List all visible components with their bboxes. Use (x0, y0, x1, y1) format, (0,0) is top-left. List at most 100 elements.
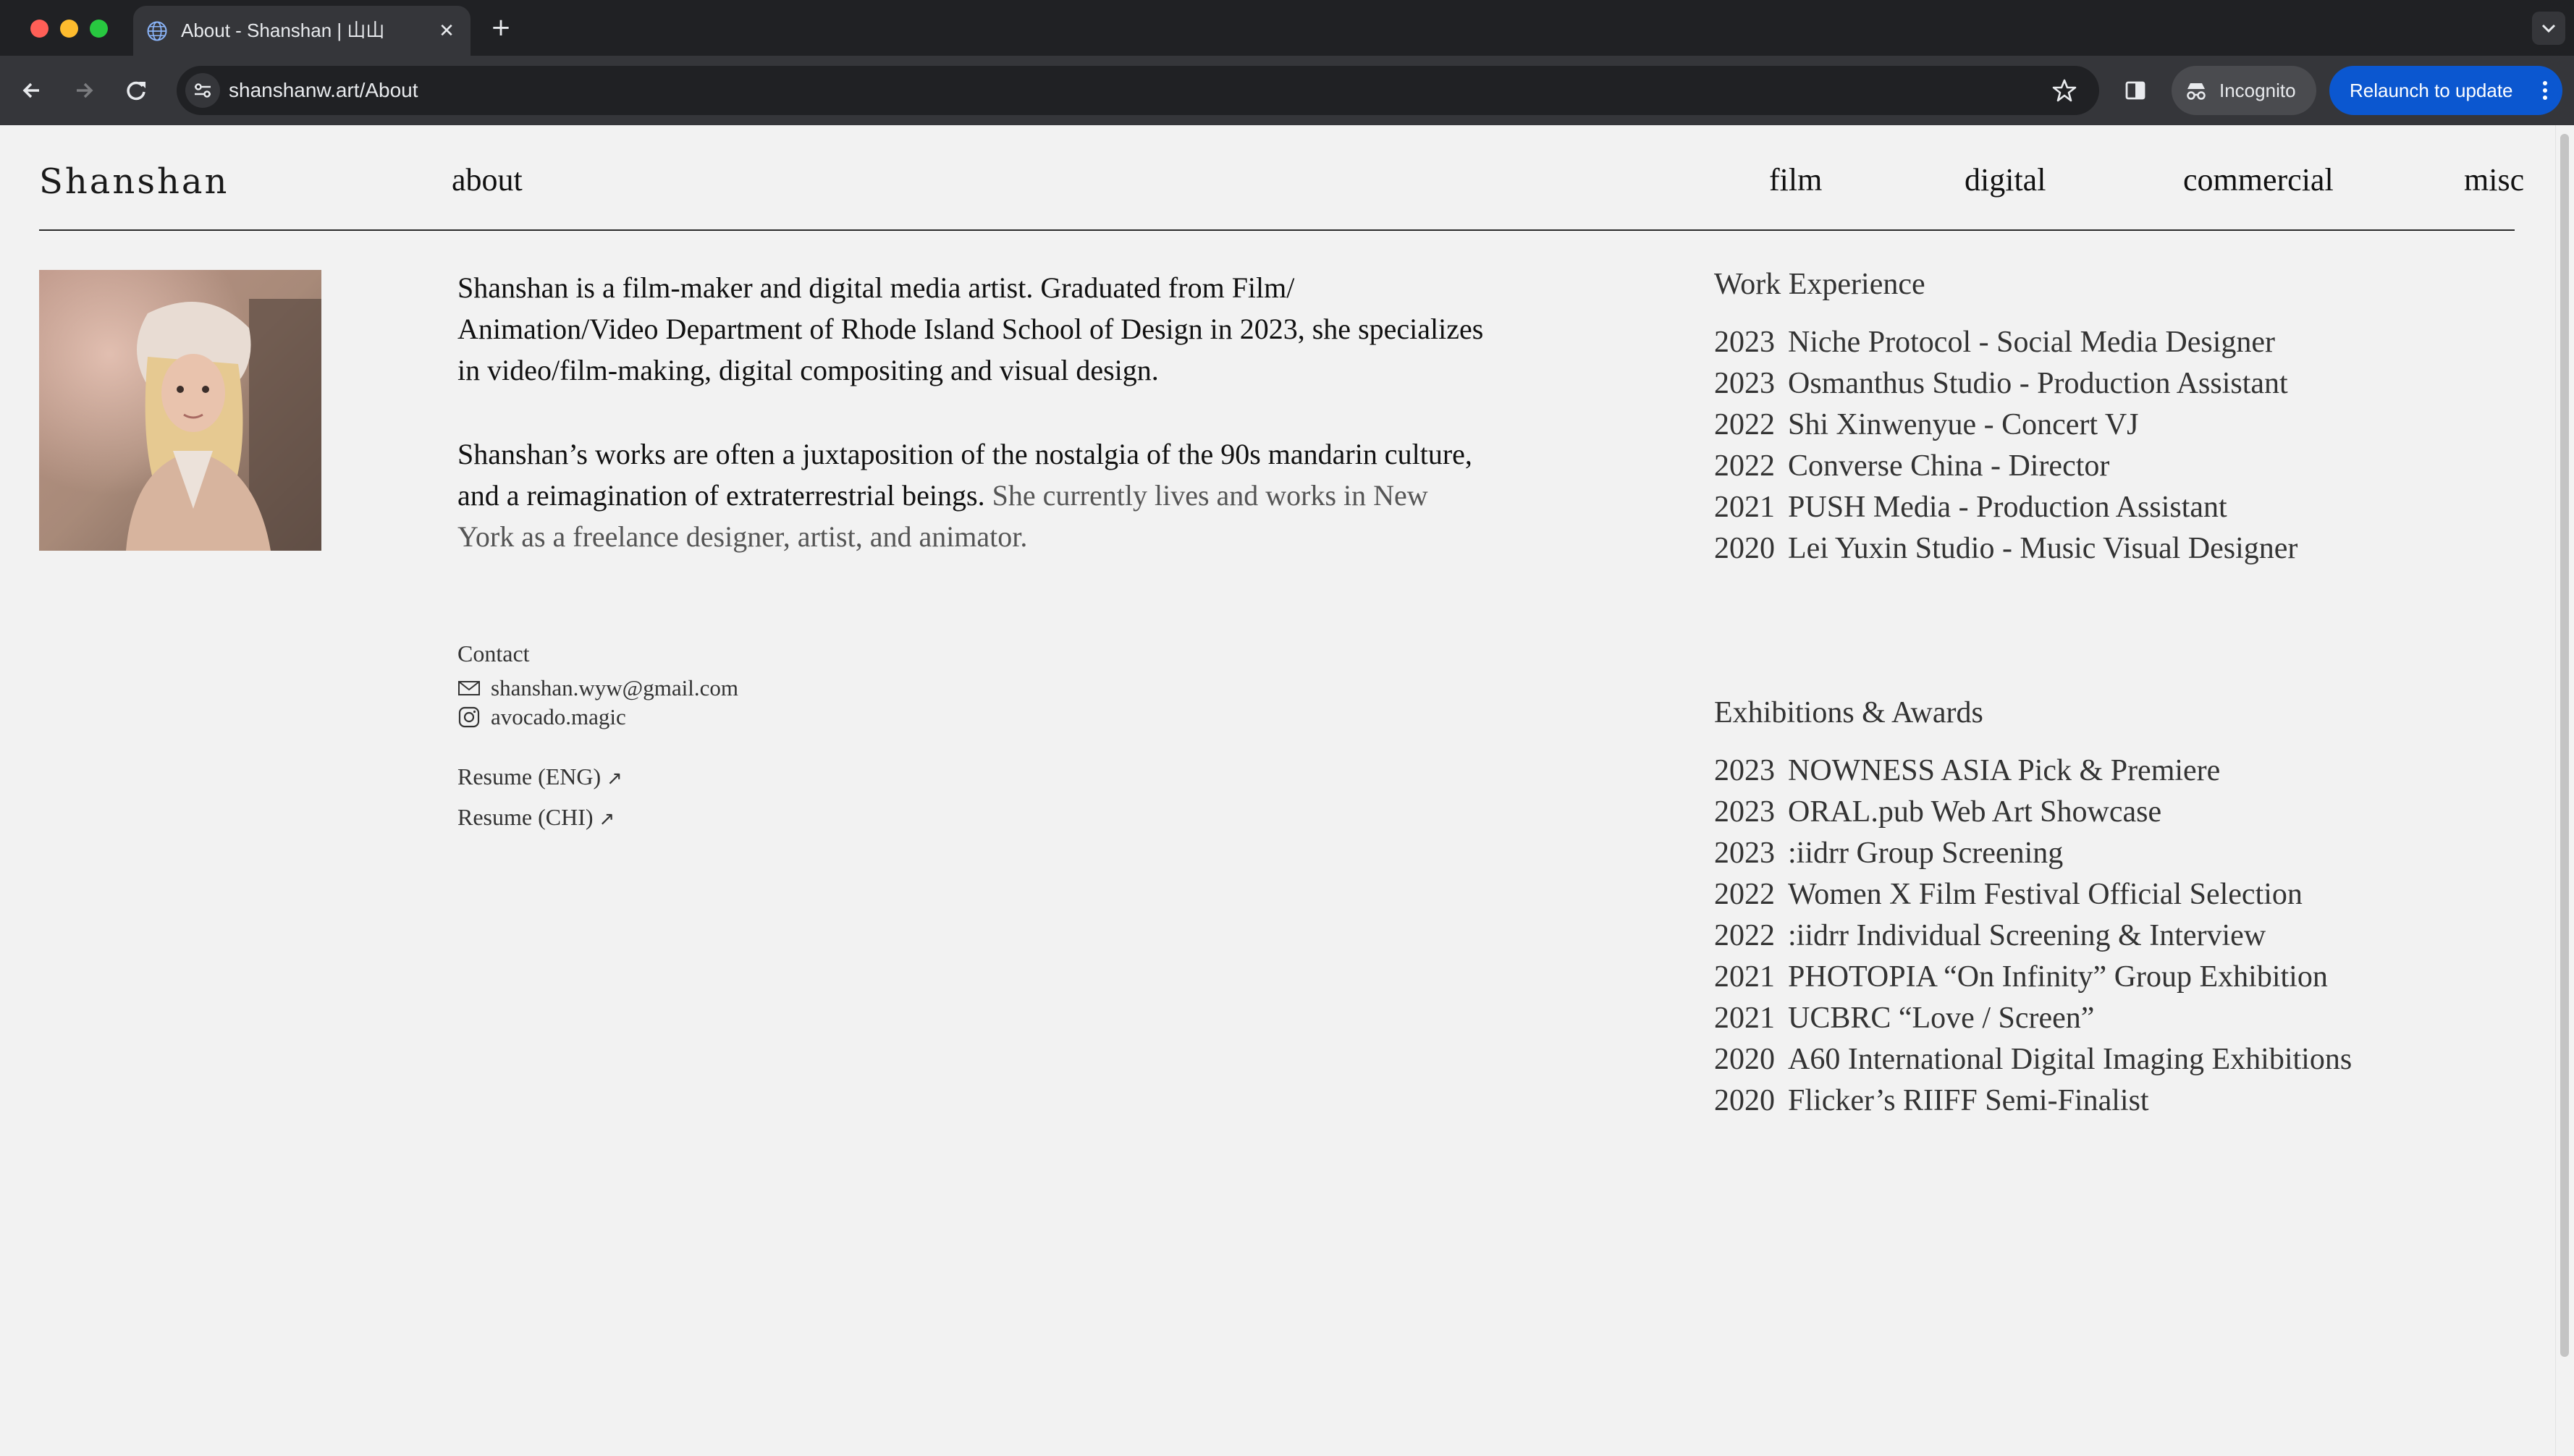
header-divider (39, 229, 2515, 231)
list-item: 2023 Niche Protocol - Social Media Design… (1714, 322, 2297, 363)
external-link-arrow-icon: ↗ (607, 768, 623, 790)
item-year: 2021 (1714, 1002, 1775, 1035)
item-text: Osmanthus Studio - Production Assistant (1788, 367, 2288, 400)
resume-chi-link[interactable]: Resume (CHI) ↗ (457, 804, 615, 831)
item-text: NOWNESS ASIA Pick & Premiere (1788, 754, 2221, 787)
tab-search-button[interactable] (2532, 12, 2565, 45)
relaunch-label: Relaunch to update (2350, 80, 2513, 101)
item-year: 2020 (1714, 1043, 1775, 1076)
chevron-down-icon (2541, 24, 2556, 33)
portrait-photo (39, 270, 321, 551)
item-year: 2020 (1714, 1084, 1775, 1117)
list-item: 2021 UCBRC “Love / Screen” (1714, 998, 2352, 1039)
tab-title: About - Shanshan | 山山 (181, 20, 385, 41)
contact-instagram[interactable]: avocado.magic (491, 704, 626, 730)
list-item: 2022 Converse China - Director (1714, 446, 2297, 487)
item-text: :iidrr Group Screening (1788, 837, 2064, 870)
list-item: 2022 :iidrr Individual Screening & Interv… (1714, 915, 2352, 957)
item-year: 2023 (1714, 326, 1775, 359)
list-item: 2021 PHOTOPIA “On Infinity” Group Exhibit… (1714, 957, 2352, 998)
resume-eng-label: Resume (ENG) (457, 763, 602, 790)
list-item: 2022 Women X Film Festival Official Selec… (1714, 874, 2352, 915)
scrollbar-thumb[interactable] (2560, 134, 2569, 1357)
mail-icon (458, 681, 480, 695)
list-item: 2020 Lei Yuxin Studio - Music Visual Desi… (1714, 528, 2297, 570)
contact-email[interactable]: shanshan.wyw@gmail.com (491, 675, 738, 701)
forward-arrow-icon[interactable] (67, 73, 101, 108)
bio-paragraph-2: Shanshan’s works are often a juxtapositi… (457, 433, 1485, 557)
contact-title: Contact (457, 640, 530, 666)
address-bar[interactable]: shanshanw.art/About (177, 66, 2099, 115)
minimize-window-button[interactable] (60, 20, 78, 38)
bookmark-star-icon[interactable] (2047, 73, 2082, 108)
contact-instagram-row[interactable]: avocado.magic (457, 704, 626, 730)
item-year: 2023 (1714, 754, 1775, 787)
item-text: PHOTOPIA “On Infinity” Group Exhibition (1788, 960, 2328, 994)
nav-misc[interactable]: misc (2464, 161, 2524, 198)
item-text: PUSH Media - Production Assistant (1788, 491, 2227, 524)
item-text: Women X Film Festival Official Selection (1788, 878, 2303, 911)
incognito-icon (2187, 83, 2206, 100)
exhibitions-awards-list: 2023 NOWNESS ASIA Pick & Premiere 2023 ORA… (1714, 750, 2352, 1122)
side-panel-icon[interactable] (2118, 73, 2153, 108)
item-text: Shi Xinwenyue - Concert VJ (1788, 408, 2139, 441)
reload-icon[interactable] (119, 73, 153, 108)
page-content: Shanshan about film digital commercial m… (0, 125, 2555, 1456)
site-info-button[interactable] (185, 73, 220, 108)
item-year: 2023 (1714, 837, 1775, 870)
item-year: 2021 (1714, 960, 1775, 994)
close-window-button[interactable] (30, 20, 48, 38)
resume-eng-link[interactable]: Resume (ENG) ↗ (457, 763, 623, 790)
item-text: :iidrr Individual Screening & Interview (1788, 919, 2266, 952)
work-experience-title: Work Experience (1714, 268, 1925, 301)
back-arrow-icon[interactable] (14, 73, 49, 108)
contact-email-row[interactable]: shanshan.wyw@gmail.com (457, 675, 738, 701)
site-logo[interactable]: Shanshan (39, 161, 229, 202)
item-year: 2023 (1714, 367, 1775, 400)
item-year: 2022 (1714, 449, 1775, 483)
item-text: A60 International Digital Imaging Exhibi… (1788, 1043, 2353, 1076)
url-text[interactable]: shanshanw.art/About (229, 66, 418, 115)
item-text: Converse China - Director (1788, 449, 2110, 483)
resume-chi-label: Resume (CHI) (457, 804, 594, 830)
exhibitions-awards-title: Exhibitions & Awards (1714, 696, 1983, 729)
browser-toolbar: shanshanw.art/About Incognito Relaunch t… (0, 56, 2574, 125)
tune-icon (195, 83, 211, 98)
list-item: 2020 Flicker’s RIIFF Semi-Finalist (1714, 1080, 2352, 1122)
bio-paragraph-1: Shanshan is a film-maker and digital med… (457, 271, 1484, 386)
browser-tab-strip: About - Shanshan | 山山 ✕ + (0, 0, 2574, 56)
external-link-arrow-icon: ↗ (599, 808, 615, 830)
list-item: 2023 ORAL.pub Web Art Showcase (1714, 792, 2352, 833)
item-year: 2021 (1714, 491, 1775, 524)
item-year: 2023 (1714, 795, 1775, 829)
item-year: 2022 (1714, 919, 1775, 952)
nav-digital[interactable]: digital (1965, 161, 2046, 198)
list-item: 2022 Shi Xinwenyue - Concert VJ (1714, 405, 2297, 446)
item-text: Flicker’s RIIFF Semi-Finalist (1788, 1084, 2149, 1117)
more-vert-icon[interactable] (2538, 76, 2552, 105)
item-text: Niche Protocol - Social Media Designer (1788, 326, 2275, 359)
nav-about[interactable]: about (452, 161, 523, 198)
close-tab-icon[interactable]: ✕ (434, 19, 459, 43)
list-item: 2023 Osmanthus Studio - Production Assist… (1714, 363, 2297, 405)
globe-icon (147, 21, 167, 41)
nav-film[interactable]: film (1769, 161, 1822, 198)
page-scrollbar[interactable] (2555, 125, 2574, 1456)
list-item: 2020 A60 International Digital Imaging Ex… (1714, 1039, 2352, 1080)
nav-commercial[interactable]: commercial (2183, 161, 2334, 198)
item-text: ORAL.pub Web Art Showcase (1788, 795, 2162, 829)
maximize-window-button[interactable] (90, 20, 108, 38)
incognito-label: Incognito (2219, 80, 2296, 101)
browser-tab-active[interactable]: About - Shanshan | 山山 ✕ (133, 6, 471, 56)
new-tab-button[interactable]: + (486, 13, 515, 42)
list-item: 2023 NOWNESS ASIA Pick & Premiere (1714, 750, 2352, 792)
item-year: 2022 (1714, 408, 1775, 441)
instagram-icon (458, 706, 480, 728)
item-year: 2022 (1714, 878, 1775, 911)
relaunch-to-update-button[interactable]: Relaunch to update (2329, 66, 2562, 115)
item-text: UCBRC “Love / Screen” (1788, 1002, 2095, 1035)
work-experience-list: 2023 Niche Protocol - Social Media Design… (1714, 322, 2297, 570)
list-item: 2023 :iidrr Group Screening (1714, 833, 2352, 874)
item-text: Lei Yuxin Studio - Music Visual Designer (1788, 532, 2298, 565)
incognito-indicator[interactable]: Incognito (2172, 66, 2316, 115)
